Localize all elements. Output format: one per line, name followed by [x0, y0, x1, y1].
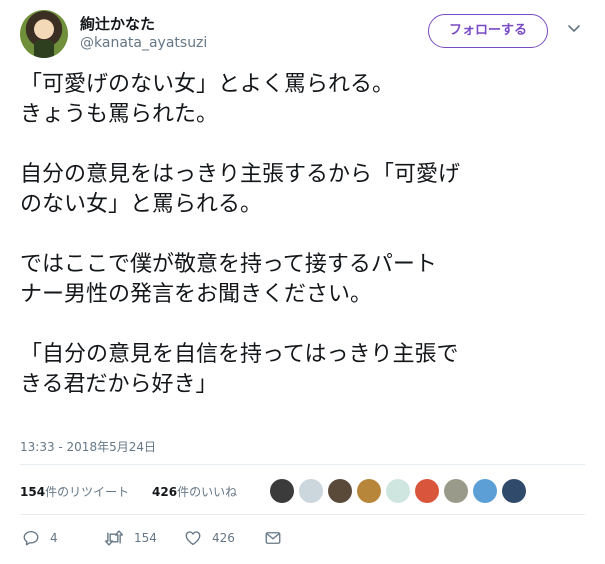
liker-avatar-2[interactable] [299, 479, 323, 503]
reply-button[interactable]: 4 [22, 528, 58, 548]
follow-button[interactable]: フォローする [428, 14, 548, 48]
reply-icon [23, 530, 39, 546]
tweet-line: のない女」と罵られる。 [20, 192, 263, 217]
retweet-stat-label: 件のリツイート [45, 485, 130, 499]
retweet-count: 154 [134, 531, 157, 545]
tweet-timestamp[interactable]: 13:33 - 2018年5月24日 [20, 438, 156, 455]
like-button[interactable]: 426 [184, 528, 235, 548]
divider [20, 464, 585, 465]
display-name[interactable]: 絢辻かなた [80, 14, 207, 34]
tweet-line: 自分の意見をはっきり主張するから「可愛げ [20, 162, 461, 187]
retweet-stat[interactable]: 154件のリツイート [20, 483, 129, 500]
envelope-icon [265, 532, 281, 544]
like-stat-count: 426 [152, 485, 178, 499]
liker-avatar-8[interactable] [473, 479, 497, 503]
tweet-line: 「自分の意見を自信を持ってはっきり主張で [20, 342, 459, 367]
liker-avatar-1[interactable] [270, 479, 294, 503]
tweet-line: きょうも罵られた。 [20, 102, 219, 127]
tweet-actions: 4 154 426 [20, 528, 585, 550]
tweet-line: 「可愛げのない女」とよく罵られる。 [20, 72, 395, 97]
tweet-stats: 154件のリツイート 426件のいいね [20, 474, 585, 508]
screen-name[interactable]: @kanata_ayatsuzi [80, 34, 207, 52]
liker-avatar-5[interactable] [386, 479, 410, 503]
tweet-text: 「可愛げのない女」とよく罵られる。 きょうも罵られた。 自分の意見をはっきり主張… [20, 70, 580, 400]
liker-avatar-4[interactable] [357, 479, 381, 503]
like-stat-label: 件のいいね [177, 485, 238, 499]
divider [20, 514, 585, 515]
liker-avatar-3[interactable] [328, 479, 352, 503]
liker-avatar-9[interactable] [502, 479, 526, 503]
retweet-stat-count: 154 [20, 485, 46, 499]
like-stat[interactable]: 426件のいいね [152, 483, 237, 500]
tweet-line: きる君だから好き」 [20, 372, 218, 397]
like-count: 426 [212, 531, 235, 545]
tweet-line: ナー男性の発言をお聞きください。 [20, 282, 373, 307]
retweet-icon [104, 530, 124, 546]
avatar[interactable] [20, 10, 68, 58]
direct-message-button[interactable] [264, 528, 282, 548]
reply-count: 4 [50, 531, 58, 545]
chevron-down-icon[interactable] [566, 20, 582, 36]
tweet-line: ではここで僕が敬意を持って接するパート [20, 252, 437, 277]
tweet-header: 絢辻かなた @kanata_ayatsuzi フォローする [20, 8, 585, 60]
liker-avatar-6[interactable] [415, 479, 439, 503]
heart-icon [185, 531, 201, 546]
liker-avatar-7[interactable] [444, 479, 468, 503]
retweet-button[interactable]: 154 [104, 528, 157, 548]
user-names[interactable]: 絢辻かなた @kanata_ayatsuzi [80, 14, 207, 52]
